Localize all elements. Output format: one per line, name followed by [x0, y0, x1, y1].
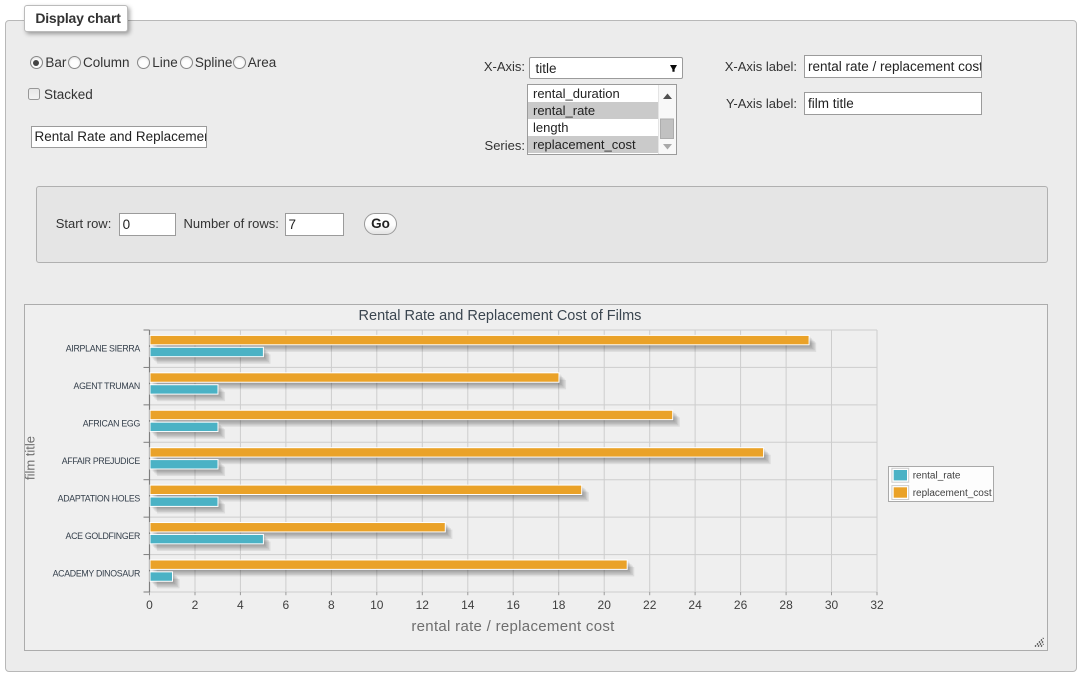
svg-text:10: 10 — [370, 598, 384, 612]
svg-text:16: 16 — [507, 598, 521, 612]
svg-text:12: 12 — [416, 598, 430, 612]
svg-text:rental rate / replacement cost: rental rate / replacement cost — [411, 618, 615, 635]
svg-text:AIRPLANE SIERRA: AIRPLANE SIERRA — [66, 344, 141, 354]
svg-text:ACE GOLDFINGER: ACE GOLDFINGER — [66, 531, 141, 541]
svg-text:28: 28 — [779, 598, 793, 612]
svg-text:2: 2 — [192, 598, 199, 612]
svg-text:0: 0 — [146, 598, 153, 612]
svg-text:6: 6 — [283, 598, 290, 612]
svg-text:replacement_cost: replacement_cost — [913, 488, 992, 499]
svg-text:26: 26 — [734, 598, 748, 612]
svg-text:rental_rate: rental_rate — [913, 471, 961, 482]
svg-text:Rental Rate and Replacement Co: Rental Rate and Replacement Cost of Film… — [359, 308, 642, 324]
svg-text:24: 24 — [688, 598, 702, 612]
svg-text:AFFAIR PREJUDICE: AFFAIR PREJUDICE — [62, 456, 141, 466]
svg-text:film title: film title — [25, 436, 38, 480]
svg-text:30: 30 — [825, 598, 839, 612]
svg-text:32: 32 — [870, 598, 884, 612]
svg-text:ADAPTATION HOLES: ADAPTATION HOLES — [58, 493, 141, 503]
svg-text:AGENT TRUMAN: AGENT TRUMAN — [74, 381, 140, 391]
svg-text:4: 4 — [237, 598, 244, 612]
svg-text:14: 14 — [461, 598, 475, 612]
svg-text:ACADEMY DINOSAUR: ACADEMY DINOSAUR — [53, 568, 140, 578]
svg-text:8: 8 — [328, 598, 335, 612]
svg-text:22: 22 — [643, 598, 657, 612]
svg-text:20: 20 — [598, 598, 612, 612]
svg-text:18: 18 — [552, 598, 566, 612]
svg-text:AFRICAN EGG: AFRICAN EGG — [83, 419, 141, 429]
